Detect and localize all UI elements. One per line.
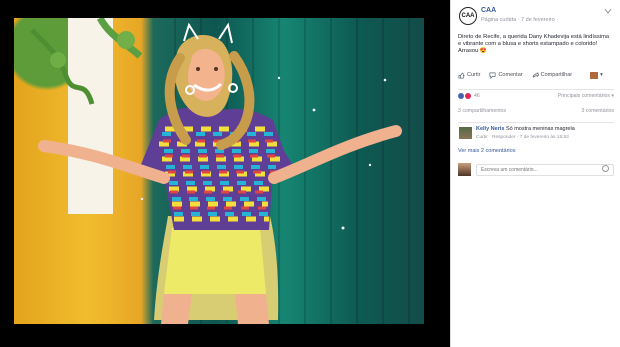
audience-selector[interactable]: ▾: [590, 71, 603, 79]
comment-item: Kelly Neris Só mostra meninas magrela Cu…: [458, 122, 614, 145]
commenter-name[interactable]: Kelly Neris: [476, 126, 504, 132]
reaction-count-group[interactable]: 46: [458, 93, 480, 99]
comment-input[interactable]: [476, 164, 614, 176]
chevron-down-icon[interactable]: [604, 7, 612, 15]
commenter-avatar[interactable]: [459, 127, 472, 139]
page-name-link[interactable]: CAA: [481, 7, 496, 14]
emoji-icon[interactable]: [602, 165, 609, 172]
post-caption: Direto de Recife, a querida Dany Khadevi…: [458, 34, 610, 54]
like-icon: [458, 71, 465, 78]
comment-count[interactable]: 3 comentários: [581, 108, 614, 118]
comment-label: Comentar: [498, 72, 523, 78]
profile-mini-avatar: [590, 71, 599, 79]
comment-button[interactable]: Comentar: [489, 72, 523, 79]
share-count[interactable]: 3 compartilhamentos: [458, 108, 506, 118]
share-label: Compartilhar: [540, 72, 573, 78]
love-reaction-icon: [465, 93, 471, 99]
comment-text-line: Kelly Neris Só mostra meninas magrela: [476, 126, 575, 132]
current-user-avatar[interactable]: [458, 163, 471, 176]
post-side-panel: CAA CAA Página curtida · 7 de fevereiro …: [450, 0, 620, 347]
chevron-down-icon: ▾: [600, 72, 603, 78]
comment-sort-dropdown[interactable]: Principais comentários ▾: [558, 93, 614, 99]
post-photo[interactable]: [14, 18, 424, 324]
reaction-summary: 46 Principais comentários ▾: [458, 89, 614, 100]
share-button[interactable]: Compartilhar: [532, 71, 573, 79]
leaf-vines: [30, 18, 143, 105]
view-more-comments-link[interactable]: Ver mais 2 comentários: [458, 148, 515, 154]
comment-icon: [489, 72, 496, 79]
like-button[interactable]: Curtir: [458, 71, 481, 79]
reaction-count: 46: [474, 93, 480, 99]
woman-photo-subject: [30, 18, 402, 324]
like-label: Curtir: [467, 72, 481, 78]
like-reaction-icon: [458, 93, 464, 99]
post-actions: Curtir Comentar Compartilhar ▾: [458, 68, 614, 82]
post-header: CAA CAA Página curtida · 7 de fevereiro …: [451, 0, 620, 30]
comment-body: Só mostra meninas magrela: [505, 126, 575, 132]
comment-actions[interactable]: Curtir · Responder · 7 de fevereiro às 1…: [476, 135, 569, 140]
share-icon: [532, 71, 539, 78]
page-avatar[interactable]: CAA: [459, 7, 477, 25]
post-counts: 3 compartilhamentos 3 comentários: [458, 108, 614, 118]
photo-viewer-stage: [0, 0, 450, 347]
comment-composer: [458, 162, 614, 179]
post-metadata: Página curtida · 7 de fevereiro ·: [481, 17, 559, 23]
